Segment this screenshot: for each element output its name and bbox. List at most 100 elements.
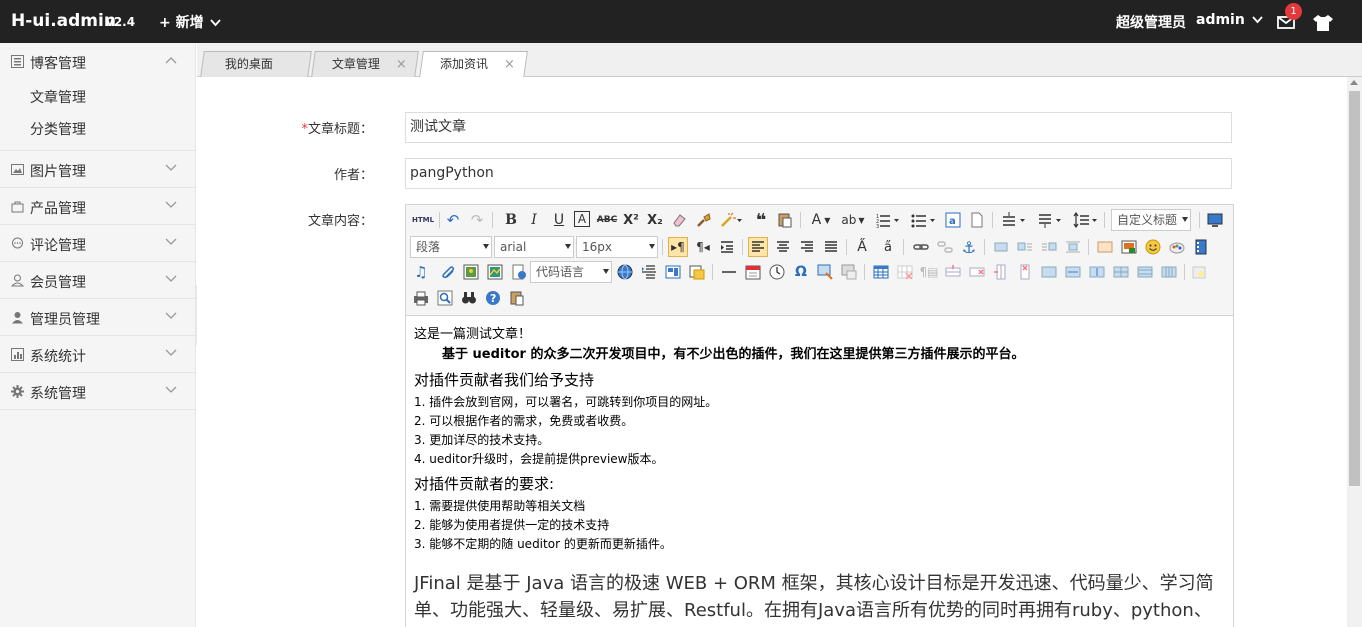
background-color-icon[interactable]: ab ▼ (840, 211, 866, 229)
row-spacing-top-icon[interactable] (1000, 211, 1028, 229)
redo-icon[interactable]: ↷ (468, 211, 486, 229)
attachment-icon[interactable] (438, 263, 456, 281)
word-image-icon[interactable] (840, 263, 858, 281)
bold-icon[interactable]: B (502, 211, 520, 229)
font-color-icon[interactable]: A ▼ (808, 211, 834, 229)
italic-icon[interactable]: I (525, 211, 543, 229)
horizontal-rule-icon[interactable] (720, 263, 738, 281)
strikethrough-icon[interactable]: ABC (597, 211, 617, 229)
insert-col-icon[interactable] (992, 263, 1010, 281)
font-border-icon[interactable]: A (574, 211, 590, 227)
charts-icon[interactable] (1190, 263, 1208, 281)
ordered-list-icon[interactable]: 123 (874, 211, 902, 229)
scroll-up-arrow[interactable] (1350, 80, 1358, 85)
emotion-icon[interactable] (1144, 238, 1162, 256)
sidebar-group-member[interactable]: 会员管理 (0, 262, 195, 299)
align-justify-icon[interactable] (822, 238, 840, 256)
paste-plain-icon[interactable] (776, 211, 794, 229)
delete-table-icon[interactable] (896, 263, 914, 281)
content-scrollbar[interactable] (1347, 77, 1362, 627)
sidebar-group-blog[interactable]: 博客管理 (0, 43, 195, 80)
page-break-icon[interactable] (640, 263, 658, 281)
row-spacing-bottom-icon[interactable] (1036, 211, 1064, 229)
date-icon[interactable] (744, 263, 762, 281)
undo-icon[interactable]: ↶ (444, 211, 462, 229)
unordered-list-icon[interactable] (910, 211, 938, 229)
eraser-icon[interactable] (670, 211, 688, 229)
uppercase-icon[interactable]: A̋ (853, 238, 871, 256)
split-cols-icon[interactable] (1160, 263, 1178, 281)
merge-right-icon[interactable] (1064, 263, 1082, 281)
insert-row-icon[interactable] (944, 263, 962, 281)
lowercase-icon[interactable]: a̋ (879, 238, 897, 256)
editor-document[interactable]: 这是一篇测试文章！ 基于 ueditor 的众多二次开发项目中，有不少出色的插件… (406, 317, 1233, 627)
music-icon[interactable]: ♫ (412, 263, 430, 281)
format-painter-icon[interactable] (695, 211, 713, 229)
underline-icon[interactable]: U (550, 211, 568, 229)
draft-icon[interactable] (508, 289, 526, 307)
subscript-icon[interactable]: X₂ (646, 211, 664, 229)
globe-icon[interactable] (616, 263, 634, 281)
clear-doc-icon[interactable] (968, 211, 986, 229)
delete-row-icon[interactable] (968, 263, 986, 281)
align-left-icon[interactable] (748, 237, 768, 257)
print-icon[interactable] (412, 289, 430, 307)
web-page-icon[interactable] (510, 263, 528, 281)
sidebar-item-category[interactable]: 分类管理 (0, 114, 195, 146)
sidebar-group-stats[interactable]: 系统统计 (0, 336, 195, 373)
select-all-icon[interactable]: a (944, 211, 962, 229)
preview-icon[interactable] (436, 289, 454, 307)
sidebar-group-admin[interactable]: 管理员管理 (0, 299, 195, 336)
align-right-icon[interactable] (798, 238, 816, 256)
merge-down-icon[interactable] (1088, 263, 1106, 281)
insert-video-icon[interactable] (1192, 238, 1210, 256)
split-rows-icon[interactable] (1136, 263, 1154, 281)
tab-add-news[interactable]: 添加资讯 × (419, 51, 528, 78)
ltr-direction-icon[interactable]: ▸¶ (668, 237, 688, 257)
app-logo[interactable]: H-ui.admin (11, 11, 116, 31)
user-menu[interactable]: admin (1196, 12, 1263, 28)
delete-col-icon[interactable] (1016, 263, 1034, 281)
rtl-direction-icon[interactable]: ¶◂ (694, 238, 712, 256)
unlink-icon[interactable] (936, 238, 954, 256)
custom-title-select[interactable]: 自定义标题 (1111, 209, 1191, 231)
search-replace-icon[interactable] (460, 289, 478, 307)
font-family-select[interactable]: arial (494, 236, 574, 258)
blockquote-icon[interactable]: ❝ (752, 210, 770, 231)
map-icon[interactable] (486, 263, 504, 281)
insert-paragraph-before-table-icon[interactable]: ¶▤ (920, 263, 939, 281)
merge-cells-icon[interactable] (1040, 263, 1058, 281)
simple-upload-icon[interactable] (1096, 238, 1114, 256)
special-char-icon[interactable]: Ω (792, 263, 810, 281)
add-new-menu[interactable]: + 新增 (159, 12, 222, 32)
scrawl-icon[interactable] (1168, 238, 1186, 256)
author-input[interactable]: pangPython (405, 158, 1232, 189)
insert-table-icon[interactable] (872, 263, 890, 281)
tab-article-manage[interactable]: 文章管理 × (311, 51, 419, 77)
shirt-icon[interactable] (1312, 14, 1334, 32)
sidebar-group-picture[interactable]: 图片管理 (0, 151, 195, 188)
line-height-icon[interactable] (1072, 211, 1100, 229)
title-input[interactable]: 测试文章 (405, 112, 1232, 143)
time-icon[interactable] (768, 263, 786, 281)
insert-frame-icon[interactable] (462, 263, 480, 281)
background-icon[interactable] (688, 263, 706, 281)
split-cells-icon[interactable] (1112, 263, 1130, 281)
template-icon[interactable] (664, 263, 682, 281)
fullscreen-icon[interactable] (1206, 211, 1224, 229)
image-center-icon[interactable] (1064, 238, 1082, 256)
sidebar-group-system[interactable]: 系统管理 (0, 373, 195, 410)
image-float-left-icon[interactable] (1016, 238, 1034, 256)
insert-image-icon[interactable] (1120, 238, 1138, 256)
image-float-none-icon[interactable] (992, 238, 1010, 256)
auto-format-icon[interactable] (719, 211, 743, 229)
close-icon[interactable]: × (504, 52, 515, 77)
indent-icon[interactable] (718, 238, 736, 256)
close-icon[interactable]: × (396, 52, 407, 77)
snapscreen-icon[interactable] (816, 263, 834, 281)
sidebar-group-comment[interactable]: 评论管理 (0, 225, 195, 262)
help-icon[interactable]: ? (484, 289, 502, 307)
align-center-icon[interactable] (774, 238, 792, 256)
sidebar-group-product[interactable]: 产品管理 (0, 188, 195, 225)
image-float-right-icon[interactable] (1040, 238, 1058, 256)
